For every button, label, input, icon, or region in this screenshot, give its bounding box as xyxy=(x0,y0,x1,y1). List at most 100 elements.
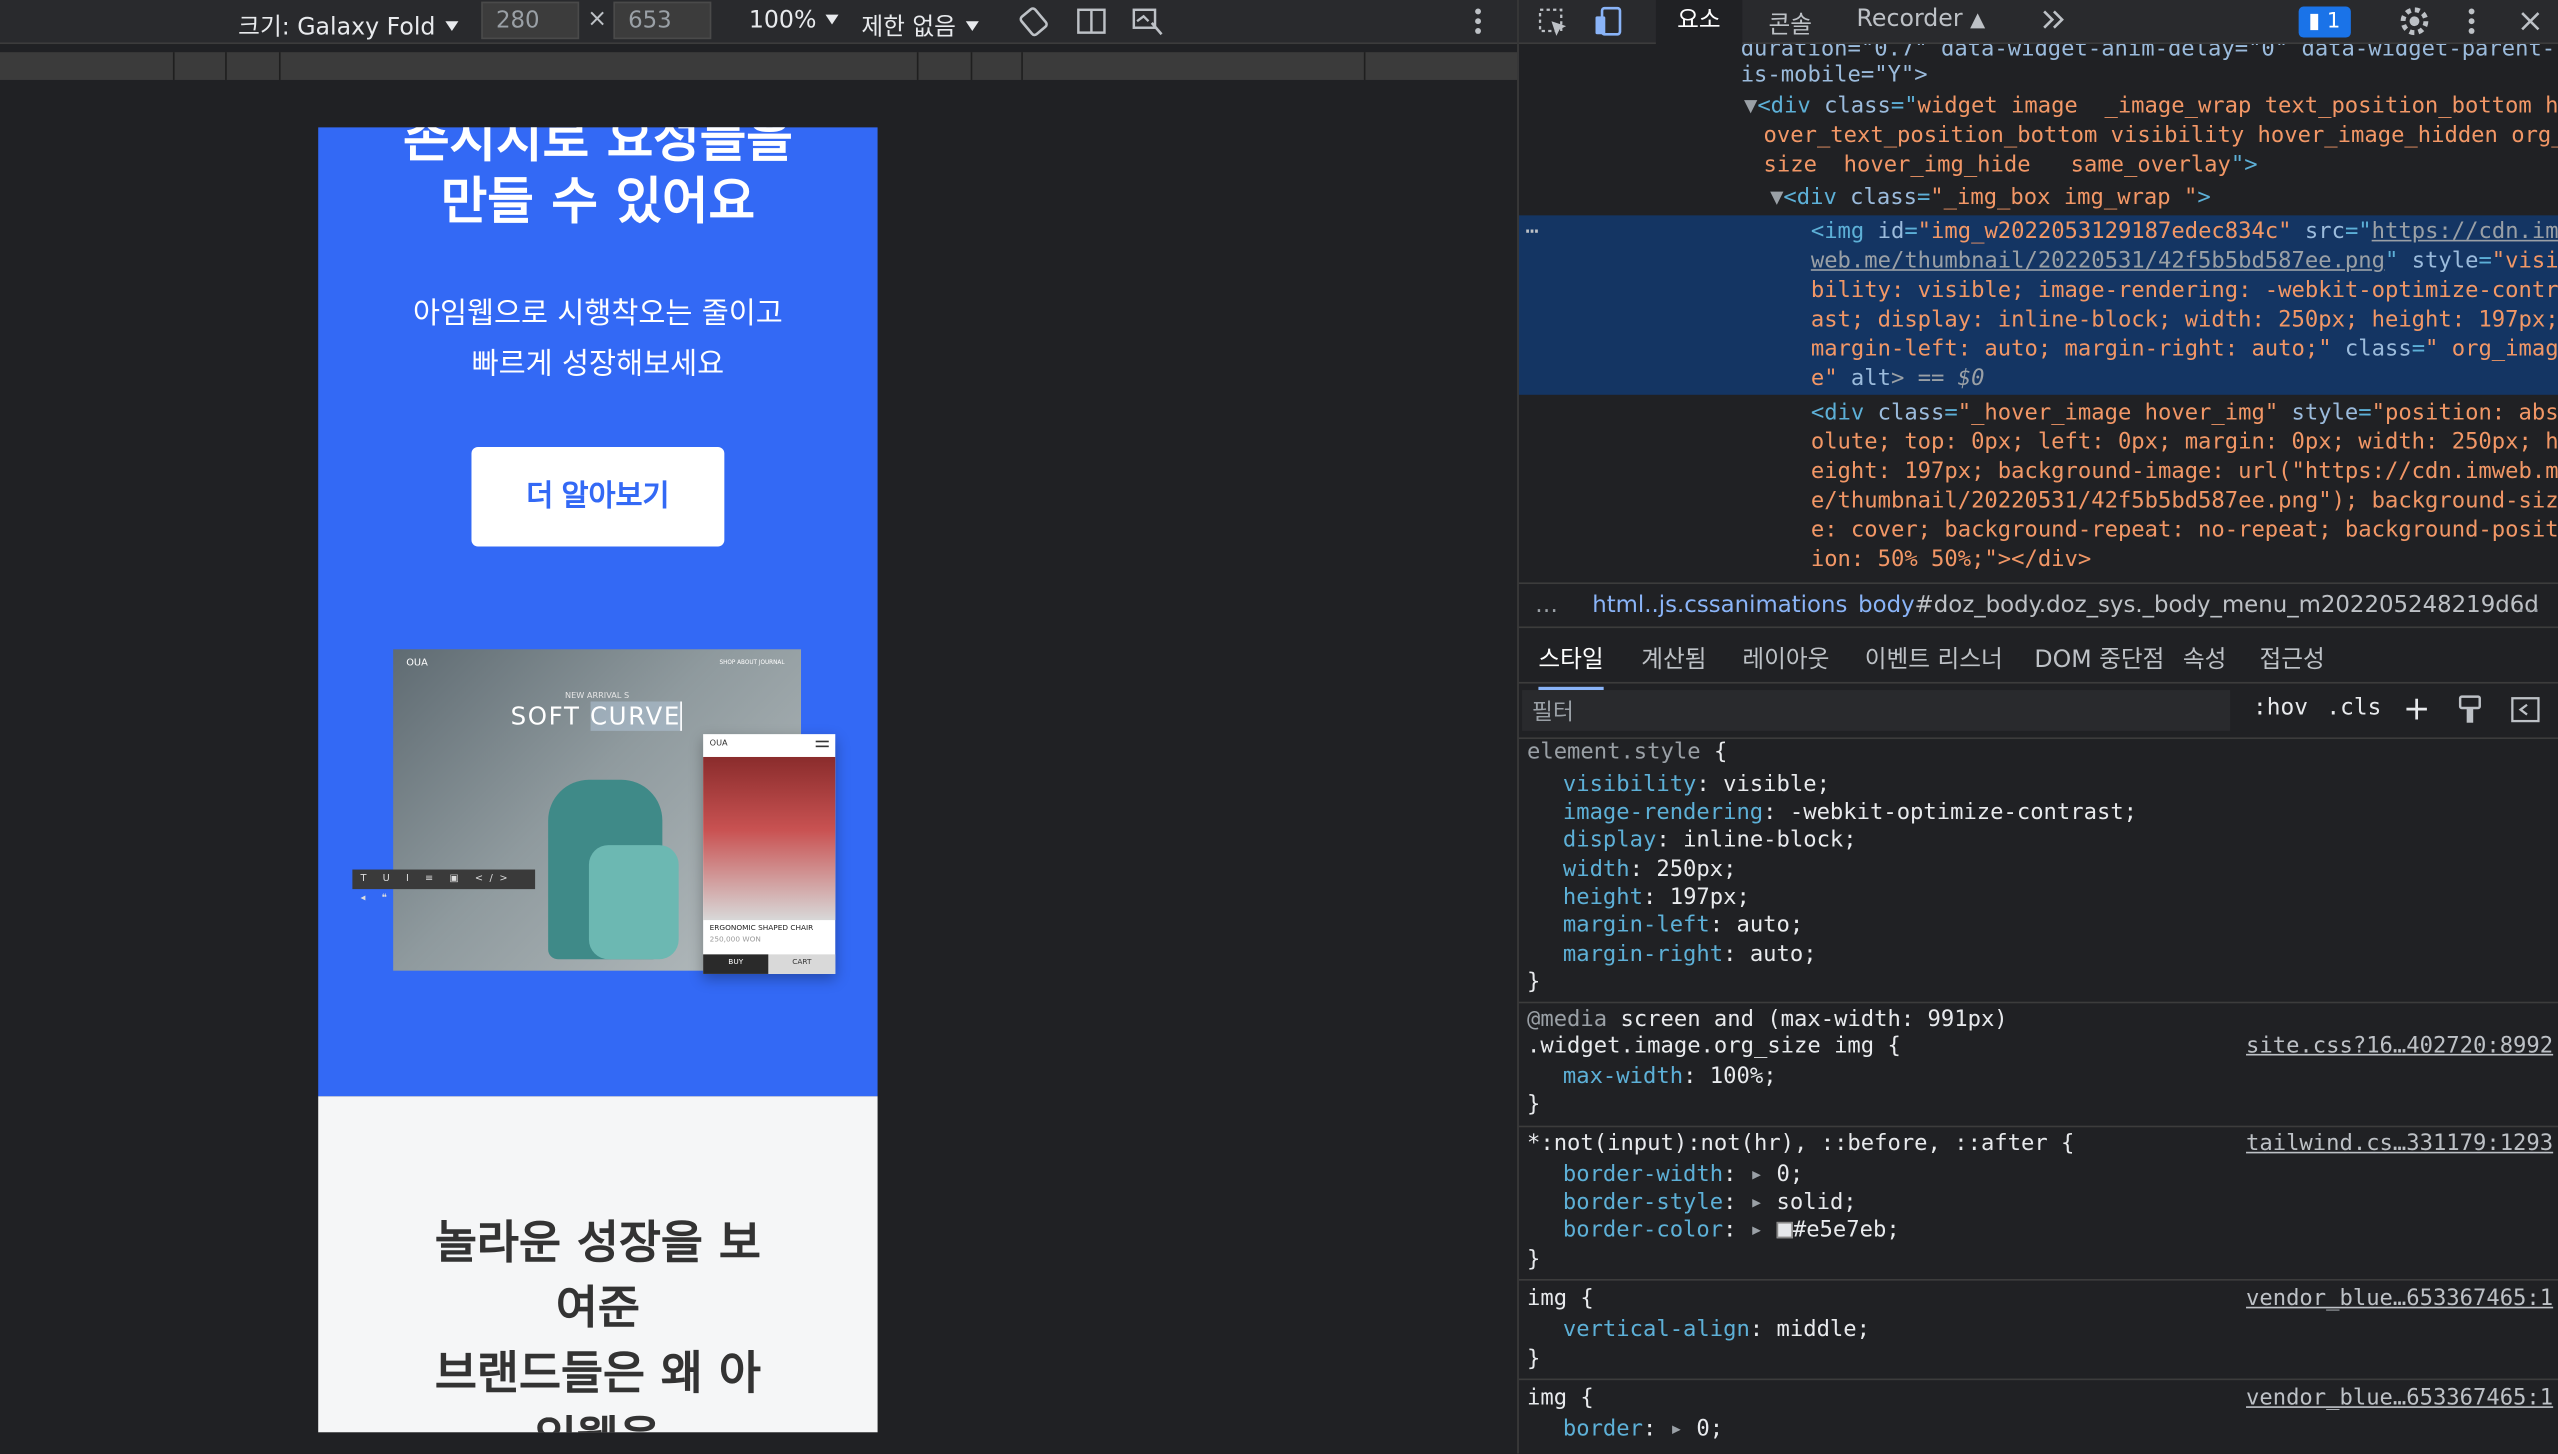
styles-filter-input[interactable]: 필터 xyxy=(1522,690,2231,731)
inspect-element-icon[interactable] xyxy=(1535,5,1571,41)
rule-selector[interactable]: img { xyxy=(1527,1286,1594,1314)
tab-dom-breakpoints[interactable]: DOM 중단점 xyxy=(2034,641,2164,675)
dom-line-selected[interactable]: e" alt> == $0 xyxy=(1811,364,1985,394)
rule-selector[interactable]: img { xyxy=(1527,1385,1594,1413)
color-swatch[interactable] xyxy=(1776,1221,1793,1239)
node-actions-icon[interactable]: ⋯ xyxy=(1525,217,1538,247)
paint-brush-icon[interactable] xyxy=(2455,693,2484,726)
breadcrumb-more-icon[interactable]: … xyxy=(2517,592,2540,618)
rule-close-brace: } xyxy=(1526,1345,1541,1373)
style-declaration[interactable]: display: inline-block; xyxy=(1563,827,1857,855)
rule-selector[interactable]: element.style { xyxy=(1527,739,1727,767)
editor-toolbar: T U I ≡ ▣ </> ◂ ❝ xyxy=(352,869,536,904)
tab-accessibility[interactable]: 접근성 xyxy=(2259,641,2324,675)
tab-recorder[interactable]: Recorder ▲ xyxy=(1857,7,1986,33)
style-declaration[interactable]: width: 250px; xyxy=(1563,856,1737,884)
dom-line[interactable]: ▼<div class="widget image _image_wrap te… xyxy=(1744,91,2558,121)
rotate-icon[interactable] xyxy=(1018,5,1051,38)
tab-layout[interactable]: 레이아웃 xyxy=(1742,641,1829,675)
dom-line[interactable]: ▼<div class="_img_box img_wrap "> xyxy=(1770,183,2211,213)
more-options-icon[interactable] xyxy=(1472,5,1485,38)
tab-properties[interactable]: 속성 xyxy=(2183,641,2227,675)
style-rule: element.style { visibility: visible; ima… xyxy=(1518,739,2558,1004)
more-tabs-icon[interactable] xyxy=(2041,3,2067,36)
style-declaration[interactable]: border-style: ▸ solid; xyxy=(1563,1189,1857,1217)
mobile-mockup-image: OUA ERGONOMIC SHAPED CHAIR 250,000 WON B… xyxy=(703,734,836,974)
hero-title-line-2: 만들 수 있어요 xyxy=(440,172,756,232)
hover-state-toggle[interactable]: :hov xyxy=(2253,695,2308,721)
dom-line-selected[interactable]: <img id="img_w2022053129187edec834c" src… xyxy=(1811,217,2558,247)
tab-elements[interactable]: 요소 xyxy=(1655,0,1742,45)
source-link[interactable]: tailwind.cs…331179:1293 xyxy=(2246,1131,2553,1159)
mobile-viewport: 손시지로 요성들을 만들 수 있어요 아임웹으로 시행착오는 줄이고 빠르게 성… xyxy=(318,127,878,1432)
style-declaration[interactable]: border: ▸ 0; xyxy=(1563,1416,1723,1444)
rule-selector[interactable]: *:not(input):not(hr), ::before, ::after … xyxy=(1527,1131,2074,1159)
hero-section: 손시지로 요성들을 만들 수 있어요 아임웹으로 시행착오는 줄이고 빠르게 성… xyxy=(318,127,878,1097)
tab-computed[interactable]: 계산됨 xyxy=(1641,641,1706,675)
height-input[interactable]: 653 xyxy=(613,1,712,40)
dual-screen-icon[interactable] xyxy=(1075,5,1108,38)
tab-console[interactable]: 콘솔 xyxy=(1768,7,1812,41)
class-toggle[interactable]: .cls xyxy=(2326,695,2381,721)
source-link[interactable]: site.css?16…402720:8992 xyxy=(2246,1033,2553,1061)
dom-line[interactable]: eight: 197px; background-image: url("htt… xyxy=(1811,457,2558,487)
devtools-menu-icon[interactable] xyxy=(2465,5,2478,38)
rule-close-brace: } xyxy=(1526,969,1541,996)
dom-line[interactable]: over_text_position_bottom visibility hov… xyxy=(1764,121,2558,151)
dom-line-selected[interactable]: web.me/thumbnail/20220531/42f5b5bd587ee.… xyxy=(1811,246,2558,276)
style-declaration[interactable]: max-width: 100%; xyxy=(1563,1064,1777,1092)
phone-cart-button: CART xyxy=(768,954,836,974)
device-toggle-icon[interactable] xyxy=(1591,3,1627,39)
zoom-select[interactable]: 100% xyxy=(749,8,839,34)
dom-line-selected[interactable]: bility: visible; image-rendering: -webki… xyxy=(1811,276,2558,306)
new-rule-icon[interactable]: + xyxy=(2403,688,2430,727)
dom-line[interactable]: ion: 50% 50%;"></div> xyxy=(1811,545,2091,575)
breadcrumb-html[interactable]: html..js.cssanimations xyxy=(1592,592,1847,618)
style-declaration[interactable]: border-width: ▸ 0; xyxy=(1563,1162,1803,1190)
source-link[interactable]: vendor_blue…653367465:1 xyxy=(2246,1385,2553,1413)
source-link[interactable]: vendor_blue…653367465:1 xyxy=(2246,1286,2553,1314)
toggle-sidebar-icon[interactable] xyxy=(2509,695,2542,724)
phone-product-price: 250,000 WON xyxy=(709,936,761,945)
dom-line-selected[interactable]: margin-left: auto; margin-right: auto;" … xyxy=(1811,334,2558,364)
dom-line[interactable]: e: cover; background-repeat: no-repeat; … xyxy=(1811,516,2558,546)
dom-breadcrumb: … html..js.cssanimations body#doz_body.d… xyxy=(1518,582,2558,629)
dom-line[interactable]: <div class="_hover_image hover_img" styl… xyxy=(1811,398,2558,428)
learn-more-button[interactable]: 더 알아보기 xyxy=(471,447,725,547)
dom-line-selected[interactable]: ast; display: inline-block; width: 250px… xyxy=(1811,305,2558,335)
media-query[interactable]: @media screen and (max-width: 991px) xyxy=(1527,1007,2008,1035)
tab-event-listeners[interactable]: 이벤트 리스너 xyxy=(1865,641,2003,675)
media-query-ruler[interactable] xyxy=(0,52,1518,80)
phone-product-name: ERGONOMIC SHAPED CHAIR xyxy=(709,925,814,934)
style-declaration[interactable]: margin-left: auto; xyxy=(1563,912,1803,940)
message-icon: ▮ xyxy=(2308,9,2321,35)
hero-subtitle-line-1: 아임웹으로 시행착오는 줄이고 xyxy=(412,296,783,332)
sensors-icon[interactable] xyxy=(1131,3,1167,39)
styles-pane: element.style { visibility: visible; ima… xyxy=(1518,739,2558,1454)
style-declaration[interactable]: vertical-align: middle; xyxy=(1563,1317,1870,1345)
style-rule: img { vendor_blue…653367465:1 vertical-a… xyxy=(1518,1282,2558,1381)
rule-close-brace: } xyxy=(1526,1246,1541,1273)
throttle-select[interactable]: 제한 없음 xyxy=(861,8,978,42)
dom-line[interactable]: olute; top: 0px; left: 0px; margin: 0px;… xyxy=(1811,427,2558,457)
chair-seat xyxy=(588,845,679,960)
dom-line[interactable]: e/thumbnail/20220531/42f5b5bd587ee.png")… xyxy=(1811,486,2558,516)
style-declaration[interactable]: image-rendering: -webkit-optimize-contra… xyxy=(1563,799,2137,827)
style-declaration[interactable]: border-color: ▸ #e5e7eb; xyxy=(1563,1217,1900,1245)
dimension-times-label: × xyxy=(587,6,608,33)
issues-badge[interactable]: ▮ 1 xyxy=(2298,6,2351,38)
breadcrumb-body[interactable]: body#doz_body.doz_sys._body_menu_m202205… xyxy=(1858,592,2539,618)
device-select[interactable]: 크기: Galaxy Fold xyxy=(238,8,458,42)
rule-selector[interactable]: .widget.image.org_size img { xyxy=(1527,1033,1901,1061)
dom-line[interactable]: size hover_img_hide same_overlay"> xyxy=(1764,150,2258,180)
dom-line[interactable]: is-mobile="Y"> xyxy=(1741,60,1928,90)
close-devtools-icon[interactable] xyxy=(2517,5,2543,38)
rule-close-brace: } xyxy=(1526,1091,1541,1118)
style-declaration[interactable]: height: 197px; xyxy=(1563,884,1750,912)
breadcrumb-ellipsis[interactable]: … xyxy=(1535,592,1558,618)
settings-gear-icon[interactable] xyxy=(2397,3,2433,39)
style-declaration[interactable]: visibility: visible; xyxy=(1563,772,1830,800)
growth-title-3: 브랜드들은 왜 아 xyxy=(434,1345,761,1400)
style-declaration[interactable]: margin-right: auto; xyxy=(1563,941,1817,969)
width-input[interactable]: 280 xyxy=(481,1,580,40)
